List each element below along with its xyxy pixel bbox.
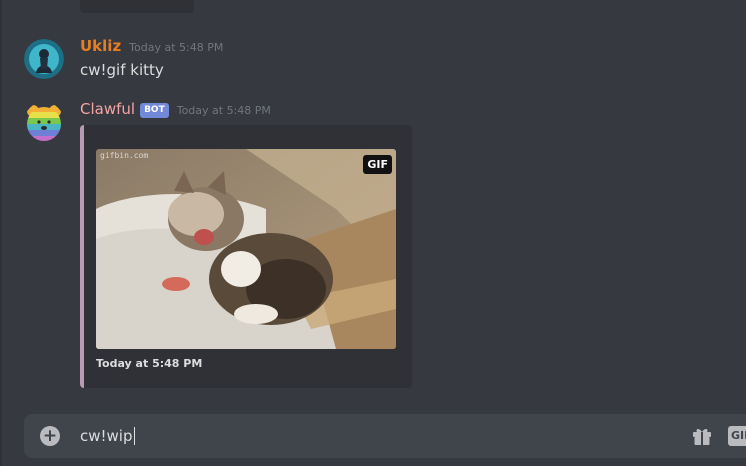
timestamp: Today at 5:48 PM (176, 104, 271, 117)
gif-badge: GIF (363, 155, 392, 174)
embed-footer-timestamp: Today at 5:48 PM (96, 357, 203, 370)
previous-embed-edge (80, 0, 194, 13)
text-caret (133, 427, 135, 445)
message-content: cw!gif kitty (80, 61, 164, 79)
chat-left-border (0, 0, 2, 466)
rainbow-bear-avatar-icon (24, 102, 64, 142)
message-composer: + cw!wip GIF (24, 414, 746, 458)
gift-icon[interactable] (691, 425, 713, 447)
username[interactable]: Ukliz (80, 37, 121, 55)
avatar-ukliz[interactable] (24, 39, 64, 79)
kitten-gif-image (96, 149, 396, 349)
message-input[interactable]: cw!wip (80, 427, 135, 445)
bot-tag: BOT (140, 103, 169, 118)
gif-watermark: gifbin.com (100, 151, 149, 160)
avatar-clawful[interactable] (24, 102, 64, 142)
message-header: Ukliz Today at 5:48 PM (80, 37, 223, 55)
embed: gifbin.com GIF Today at 5:48 PM (80, 125, 412, 388)
user-avatar-icon (24, 39, 64, 79)
plus-circle-icon[interactable]: + (40, 426, 60, 446)
timestamp: Today at 5:48 PM (129, 41, 224, 54)
embed-gif-image[interactable]: gifbin.com GIF (96, 149, 396, 349)
message-input-text: cw!wip (80, 427, 133, 445)
message-header: Clawful BOT Today at 5:48 PM (80, 100, 271, 120)
username[interactable]: Clawful (80, 100, 135, 118)
gif-picker-button[interactable]: GIF (728, 426, 746, 446)
